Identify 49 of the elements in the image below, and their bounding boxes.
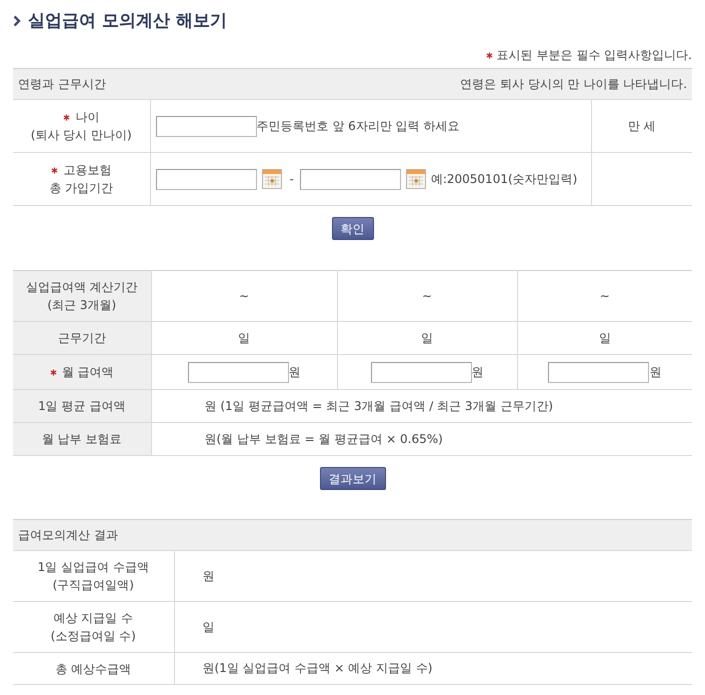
row-sublabel: (구직급여일액) <box>52 577 134 594</box>
row-sublabel: (퇴사 당시 만나이) <box>30 127 132 144</box>
row-label: 근무기간 <box>58 330 106 347</box>
required-note: 표시된 부분은 필수 입력사항입니다. <box>496 47 692 63</box>
confirm-button[interactable]: 확인 <box>332 217 374 240</box>
date-range-cell: ~ <box>151 270 337 322</box>
row-label: 실업급여액 계산기간 <box>26 279 138 296</box>
page-title: 실업급여 모의계산 해보기 <box>28 10 227 33</box>
input-field[interactable] <box>370 362 472 382</box>
unit-label: 원 <box>288 364 300 380</box>
calendar-icon[interactable] <box>406 169 426 189</box>
input-hint: 주민등록번호 앞 6자리만 입력 하세요 <box>256 118 460 134</box>
chevron-icon <box>13 15 21 27</box>
row-label: 1일 실업급여 수급액 <box>38 559 149 576</box>
days-cell: 일 <box>337 322 517 354</box>
row-sublabel: (최근 3개월) <box>47 297 116 314</box>
formula-text: 원(월 납부 보험료 = 월 평균급여 × 0.65%) <box>151 422 692 456</box>
result-value: 원 <box>174 550 692 602</box>
input-field[interactable] <box>156 168 256 190</box>
calendar-icon[interactable] <box>262 169 282 189</box>
days-cell: 일 <box>517 322 692 354</box>
row-label: 예상 지급일 수 <box>53 610 134 627</box>
row-label: 월 급여액 <box>62 364 114 381</box>
input-field[interactable] <box>548 362 650 382</box>
row-sublabel: (소정급여일 수) <box>50 628 136 645</box>
section-note: 연령은 퇴사 당시의 만 나이를 나타냅니다. <box>460 76 688 92</box>
input-field[interactable] <box>188 362 288 382</box>
input-field[interactable] <box>156 116 256 136</box>
days-cell: 일 <box>151 322 337 354</box>
result-value: 원(1일 실업급여 수급액 × 예상 지급일 수) <box>174 652 692 684</box>
formula-text: 원 (1일 평균급여액 = 최근 3개월 급여액 / 최근 3개월 근무기간) <box>151 390 692 422</box>
unit-label: 원 <box>649 364 662 380</box>
result-button[interactable]: 결과보기 <box>320 467 386 490</box>
row-label: 나이 <box>75 109 100 126</box>
row-sublabel: 총 가입기간 <box>49 180 114 197</box>
row-label: 월 납부 보험료 <box>42 431 122 448</box>
date-range-cell: ~ <box>517 270 692 322</box>
unit-label: 원 <box>472 364 484 380</box>
input-field[interactable] <box>300 168 401 190</box>
input-hint: 예:20050101(숫자만입력) <box>430 170 578 188</box>
date-range-cell: ~ <box>337 270 517 322</box>
range-separator: - <box>290 172 294 186</box>
section-title: 급여모의계산 결과 <box>18 527 118 543</box>
row-label: 총 예상수급액 <box>55 660 132 678</box>
section-title: 연령과 근무시간 <box>18 76 106 92</box>
result-value: 일 <box>174 602 692 652</box>
row-label: 고용보험 <box>63 162 112 179</box>
age-unit: 만 세 <box>591 100 692 152</box>
row-label: 1일 평균 급여액 <box>38 398 126 415</box>
